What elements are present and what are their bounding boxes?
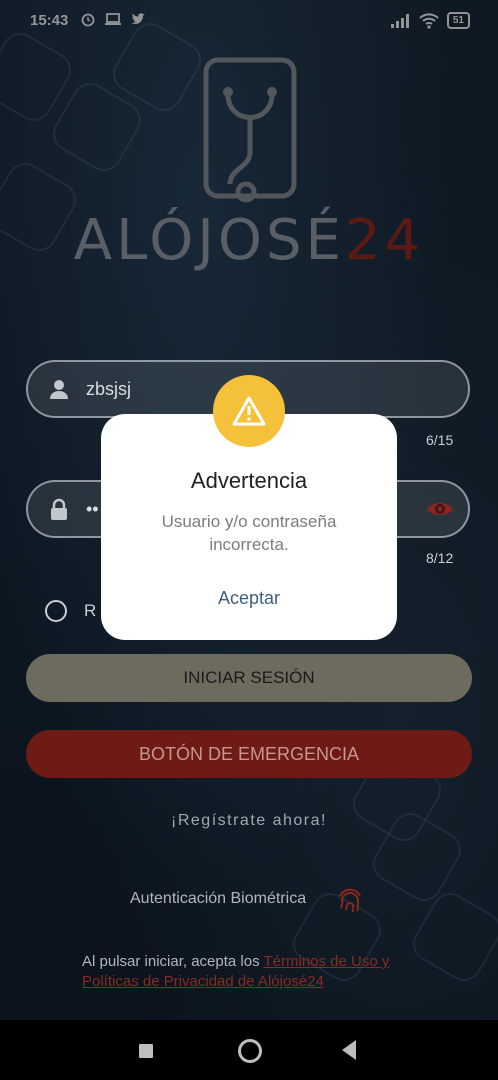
dialog-message: Usuario y/o contraseña incorrecta.: [161, 512, 337, 554]
eye-icon[interactable]: [426, 498, 454, 520]
lock-icon: [51, 498, 67, 520]
warning-icon: [232, 396, 266, 426]
fingerprint-icon[interactable]: [334, 884, 366, 916]
username-counter: 6/15: [426, 432, 454, 448]
accept-button[interactable]: Aceptar: [101, 588, 397, 609]
terms-text: Al pulsar iniciar, acepta los Términos d…: [82, 952, 422, 992]
password-value: ••: [86, 499, 99, 519]
password-counter: 8/12: [426, 550, 454, 566]
biometric-label[interactable]: Autenticación Biométrica: [130, 890, 306, 908]
user-icon: [50, 380, 68, 399]
dialog-title: Advertencia: [190, 468, 308, 493]
home-button[interactable]: [238, 1039, 262, 1063]
terms-prefix: Al pulsar iniciar, acepta los: [82, 953, 264, 970]
remember-me-radio[interactable]: [45, 600, 67, 622]
warning-badge: [213, 375, 285, 447]
emergency-button[interactable]: BOTÓN DE EMERGENCIA: [26, 730, 472, 778]
system-navigation-bar: [0, 1020, 498, 1080]
remember-me-label: R: [84, 601, 97, 620]
login-button[interactable]: INICIAR SESIÓN: [26, 654, 472, 702]
recents-button[interactable]: [139, 1044, 153, 1058]
username-value: zbsjsj: [86, 379, 132, 399]
warning-dialog: Advertencia Usuario y/o contraseña incor…: [101, 414, 397, 640]
register-link[interactable]: ¡Regístrate ahora!: [0, 812, 498, 830]
back-button[interactable]: [342, 1040, 356, 1060]
